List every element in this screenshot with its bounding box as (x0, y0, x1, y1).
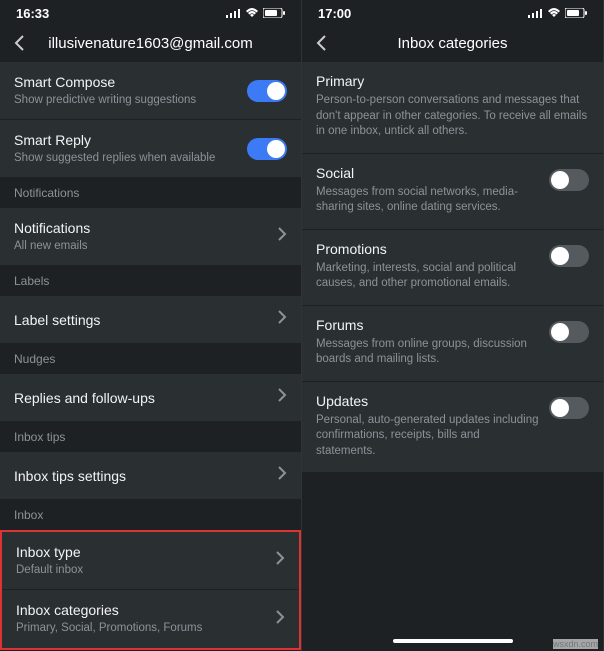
chevron-right-icon (277, 466, 287, 485)
category-title: Updates (316, 393, 539, 409)
chevron-right-icon (277, 388, 287, 407)
inbox-type-row[interactable]: Inbox type Default inbox (2, 532, 299, 590)
nav-header: illusivenature1603@gmail.com (0, 26, 301, 62)
chevron-right-icon (277, 310, 287, 329)
category-desc: Person-to-person conversations and messa… (316, 93, 589, 140)
row-title: Inbox tips settings (14, 468, 277, 484)
social-toggle[interactable] (549, 169, 589, 191)
category-title: Primary (316, 73, 589, 89)
smart-compose-toggle[interactable] (247, 80, 287, 102)
chevron-right-icon (277, 227, 287, 246)
row-title: Smart Reply (14, 132, 247, 148)
row-subtitle: Show suggested replies when available (14, 151, 247, 166)
category-title: Social (316, 165, 539, 181)
status-bar: 16:33 (0, 0, 301, 26)
category-forums[interactable]: Forums Messages from online groups, disc… (302, 306, 603, 382)
battery-icon (263, 8, 285, 18)
inbox-categories-row[interactable]: Inbox categories Primary, Social, Promot… (2, 590, 299, 648)
status-icons (226, 8, 285, 18)
promotions-toggle[interactable] (549, 245, 589, 267)
row-title: Inbox categories (16, 602, 275, 618)
section-inbox: Inbox (0, 500, 301, 530)
back-button[interactable] (12, 34, 34, 52)
battery-icon (565, 8, 587, 18)
category-desc: Messages from social networks, media-sha… (316, 185, 539, 216)
category-promotions[interactable]: Promotions Marketing, interests, social … (302, 230, 603, 306)
section-inbox-tips: Inbox tips (0, 422, 301, 452)
section-nudges: Nudges (0, 344, 301, 374)
page-title: illusivenature1603@gmail.com (34, 35, 267, 52)
nav-header: Inbox categories (302, 26, 603, 62)
updates-toggle[interactable] (549, 397, 589, 419)
row-subtitle: All new emails (14, 239, 277, 254)
status-icons (528, 8, 587, 18)
chevron-right-icon (275, 551, 285, 570)
row-subtitle: Default inbox (16, 563, 275, 578)
wifi-icon (547, 8, 561, 18)
chevron-right-icon (275, 610, 285, 629)
category-title: Promotions (316, 241, 539, 257)
category-social[interactable]: Social Messages from social networks, me… (302, 154, 603, 230)
notifications-row[interactable]: Notifications All new emails (0, 208, 301, 266)
signal-icon (226, 8, 241, 18)
section-notifications: Notifications (0, 178, 301, 208)
row-title: Inbox type (16, 544, 275, 560)
category-primary[interactable]: Primary Person-to-person conversations a… (302, 62, 603, 154)
wifi-icon (245, 8, 259, 18)
smart-reply-toggle[interactable] (247, 138, 287, 160)
highlight-box: Inbox type Default inbox Inbox categorie… (0, 530, 301, 650)
row-subtitle: Primary, Social, Promotions, Forums (16, 621, 275, 636)
back-button[interactable] (314, 34, 336, 52)
section-labels: Labels (0, 266, 301, 296)
status-time: 17:00 (318, 6, 351, 21)
forums-toggle[interactable] (549, 321, 589, 343)
category-desc: Personal, auto-generated updates includi… (316, 413, 539, 460)
watermark: wsxdn.com (553, 639, 598, 649)
signal-icon (528, 8, 543, 18)
category-title: Forums (316, 317, 539, 333)
smart-reply-row[interactable]: Smart Reply Show suggested replies when … (0, 120, 301, 178)
row-title: Label settings (14, 312, 277, 328)
settings-screen: 16:33 illusivenature1603@gmail.com Smart… (0, 0, 302, 651)
row-title: Notifications (14, 220, 277, 236)
label-settings-row[interactable]: Label settings (0, 296, 301, 344)
row-title: Replies and follow-ups (14, 390, 277, 406)
row-title: Smart Compose (14, 74, 247, 90)
status-time: 16:33 (16, 6, 49, 21)
inbox-categories-screen: 17:00 Inbox categories Primary Person-to… (302, 0, 604, 651)
page-title: Inbox categories (336, 35, 569, 52)
replies-followups-row[interactable]: Replies and follow-ups (0, 374, 301, 422)
inbox-tips-settings-row[interactable]: Inbox tips settings (0, 452, 301, 500)
status-bar: 17:00 (302, 0, 603, 26)
category-desc: Messages from online groups, discussion … (316, 337, 539, 368)
settings-list[interactable]: Smart Compose Show predictive writing su… (0, 62, 301, 651)
categories-list[interactable]: Primary Person-to-person conversations a… (302, 62, 603, 633)
category-desc: Marketing, interests, social and politic… (316, 261, 539, 292)
row-subtitle: Show predictive writing suggestions (14, 93, 247, 108)
category-updates[interactable]: Updates Personal, auto-generated updates… (302, 382, 603, 474)
chevron-left-icon (12, 34, 26, 52)
smart-compose-row[interactable]: Smart Compose Show predictive writing su… (0, 62, 301, 120)
chevron-left-icon (314, 34, 328, 52)
